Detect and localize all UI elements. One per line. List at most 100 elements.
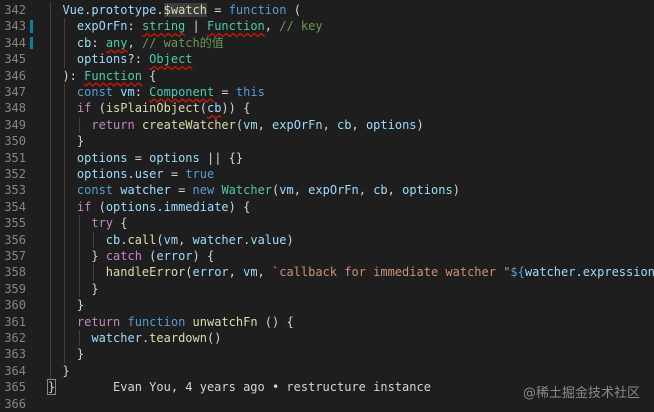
code-token: ,	[293, 183, 309, 198]
code-token: options	[365, 117, 417, 132]
code-text: watcher.teardown()	[48, 330, 221, 346]
code-token: )	[416, 117, 424, 132]
line-number: 343	[4, 19, 26, 34]
code-token: ):	[62, 68, 85, 83]
code-line[interactable]: 355 try {	[0, 215, 654, 232]
code-text: }	[48, 281, 99, 297]
code-token: return	[91, 117, 135, 132]
code-token: }	[91, 249, 106, 263]
code-line[interactable]: 346 ): Function {	[0, 67, 654, 84]
code-token: |	[185, 19, 207, 34]
git-change-marker[interactable]	[30, 20, 33, 33]
line-number: 357	[4, 249, 26, 263]
line-number: 360	[4, 298, 26, 313]
code-line[interactable]: 344 cb: any, // watch的值	[0, 34, 654, 52]
code-text: if (isPlainObject(cb)) {	[48, 100, 250, 116]
line-number: 354	[4, 199, 26, 214]
code-line[interactable]: 348 if (isPlainObject(cb)) {	[0, 100, 654, 117]
code-text: }	[48, 297, 84, 313]
code-line[interactable]: 345 options?: Object	[0, 51, 654, 68]
line-number: 342	[4, 3, 26, 17]
code-token: ,	[358, 183, 374, 198]
code-line[interactable]: 362 watcher.teardown()	[0, 330, 654, 347]
line-number: 365	[4, 380, 26, 395]
code-line[interactable]: 351 options = options || {}	[0, 149, 654, 166]
code-token: prototype	[91, 3, 157, 17]
code-token: (	[199, 101, 207, 116]
code-token: =	[214, 85, 236, 99]
code-token: options	[76, 150, 128, 165]
code-text: cb.call(vm, watcher.value)	[48, 232, 294, 248]
code-token: }	[76, 134, 85, 149]
code-token: ${	[510, 265, 525, 280]
code-token: try	[91, 216, 114, 231]
code-line[interactable]: 364 }	[0, 362, 654, 380]
line-number: 353	[4, 183, 26, 198]
git-blame-annotation: Evan You, 4 years ago • restructure inst…	[55, 380, 431, 395]
code-token: options	[76, 52, 128, 67]
code-token: }	[91, 281, 99, 296]
code-editor[interactable]: 342 Vue.prototype.$watch = function (343…	[0, 0, 654, 412]
code-line[interactable]: 353 const watcher = new Watcher(vm, expO…	[0, 182, 654, 199]
code-line[interactable]: 360 }	[0, 297, 654, 314]
code-text: }	[48, 346, 84, 362]
code-line[interactable]: 352 options.user = true	[0, 166, 654, 183]
code-token: function	[228, 3, 287, 17]
code-token: return	[76, 314, 121, 329]
code-token: new	[192, 183, 215, 198]
code-line[interactable]: 356 cb.call(vm, watcher.value)	[0, 231, 654, 248]
code-line[interactable]: 354 if (options.immediate) {	[0, 198, 654, 216]
code-line[interactable]: 349 return createWatcher(vm, expOrFn, cb…	[0, 116, 654, 134]
code-token: (	[141, 249, 157, 263]
code-line[interactable]: 361 return function unwatchFn () {	[0, 313, 654, 330]
code-text: options?: Object	[48, 51, 193, 67]
code-token: ) {	[228, 199, 251, 214]
code-line[interactable]: 359 }	[0, 280, 654, 298]
code-token: true	[185, 167, 215, 181]
code-token: if	[76, 199, 92, 214]
code-line[interactable]: 343 expOrFn: string | Function, // key	[0, 18, 654, 35]
code-token: =	[170, 183, 193, 198]
code-token: cb	[76, 35, 92, 50]
code-token: options	[76, 167, 128, 181]
code-token: watcher	[120, 183, 171, 198]
code-token: || {}	[199, 150, 244, 165]
line-number: 361	[4, 314, 26, 329]
code-line[interactable]: 363 }	[0, 346, 654, 363]
code-token: const	[76, 85, 114, 99]
code-token: :	[134, 85, 150, 99]
line-number: 358	[4, 265, 26, 280]
code-text: options = options || {}	[48, 150, 243, 166]
code-token: }	[62, 363, 70, 378]
code-text: if (options.immediate) {	[48, 199, 250, 215]
code-line[interactable]: 342 Vue.prototype.$watch = function (	[0, 2, 654, 19]
code-token: expOrFn	[308, 183, 359, 198]
code-token: watcher	[192, 232, 244, 247]
code-token: immediate	[163, 199, 229, 214]
code-line[interactable]: 347 const vm: Component = this	[0, 84, 654, 101]
code-token: error	[192, 265, 229, 280]
line-number: 351	[4, 150, 26, 165]
code-token: // watch的值	[141, 35, 224, 50]
code-token: ,	[264, 19, 280, 34]
code-token: string	[141, 19, 186, 34]
code-token: `callback for immediate watcher "	[272, 265, 511, 280]
code-token: ()	[206, 331, 222, 345]
code-token: () {	[257, 314, 294, 329]
code-token: options	[149, 150, 200, 165]
code-line[interactable]: 350 }	[0, 133, 654, 150]
git-change-marker[interactable]	[30, 36, 33, 50]
code-line[interactable]: 358 handleError(error, vm, `callback for…	[0, 264, 654, 281]
code-text: expOrFn: string | Function, // key	[48, 18, 323, 34]
code-text: }	[48, 363, 70, 379]
code-line[interactable]: 357 } catch (error) {	[0, 248, 654, 265]
line-number: 364	[4, 363, 26, 378]
